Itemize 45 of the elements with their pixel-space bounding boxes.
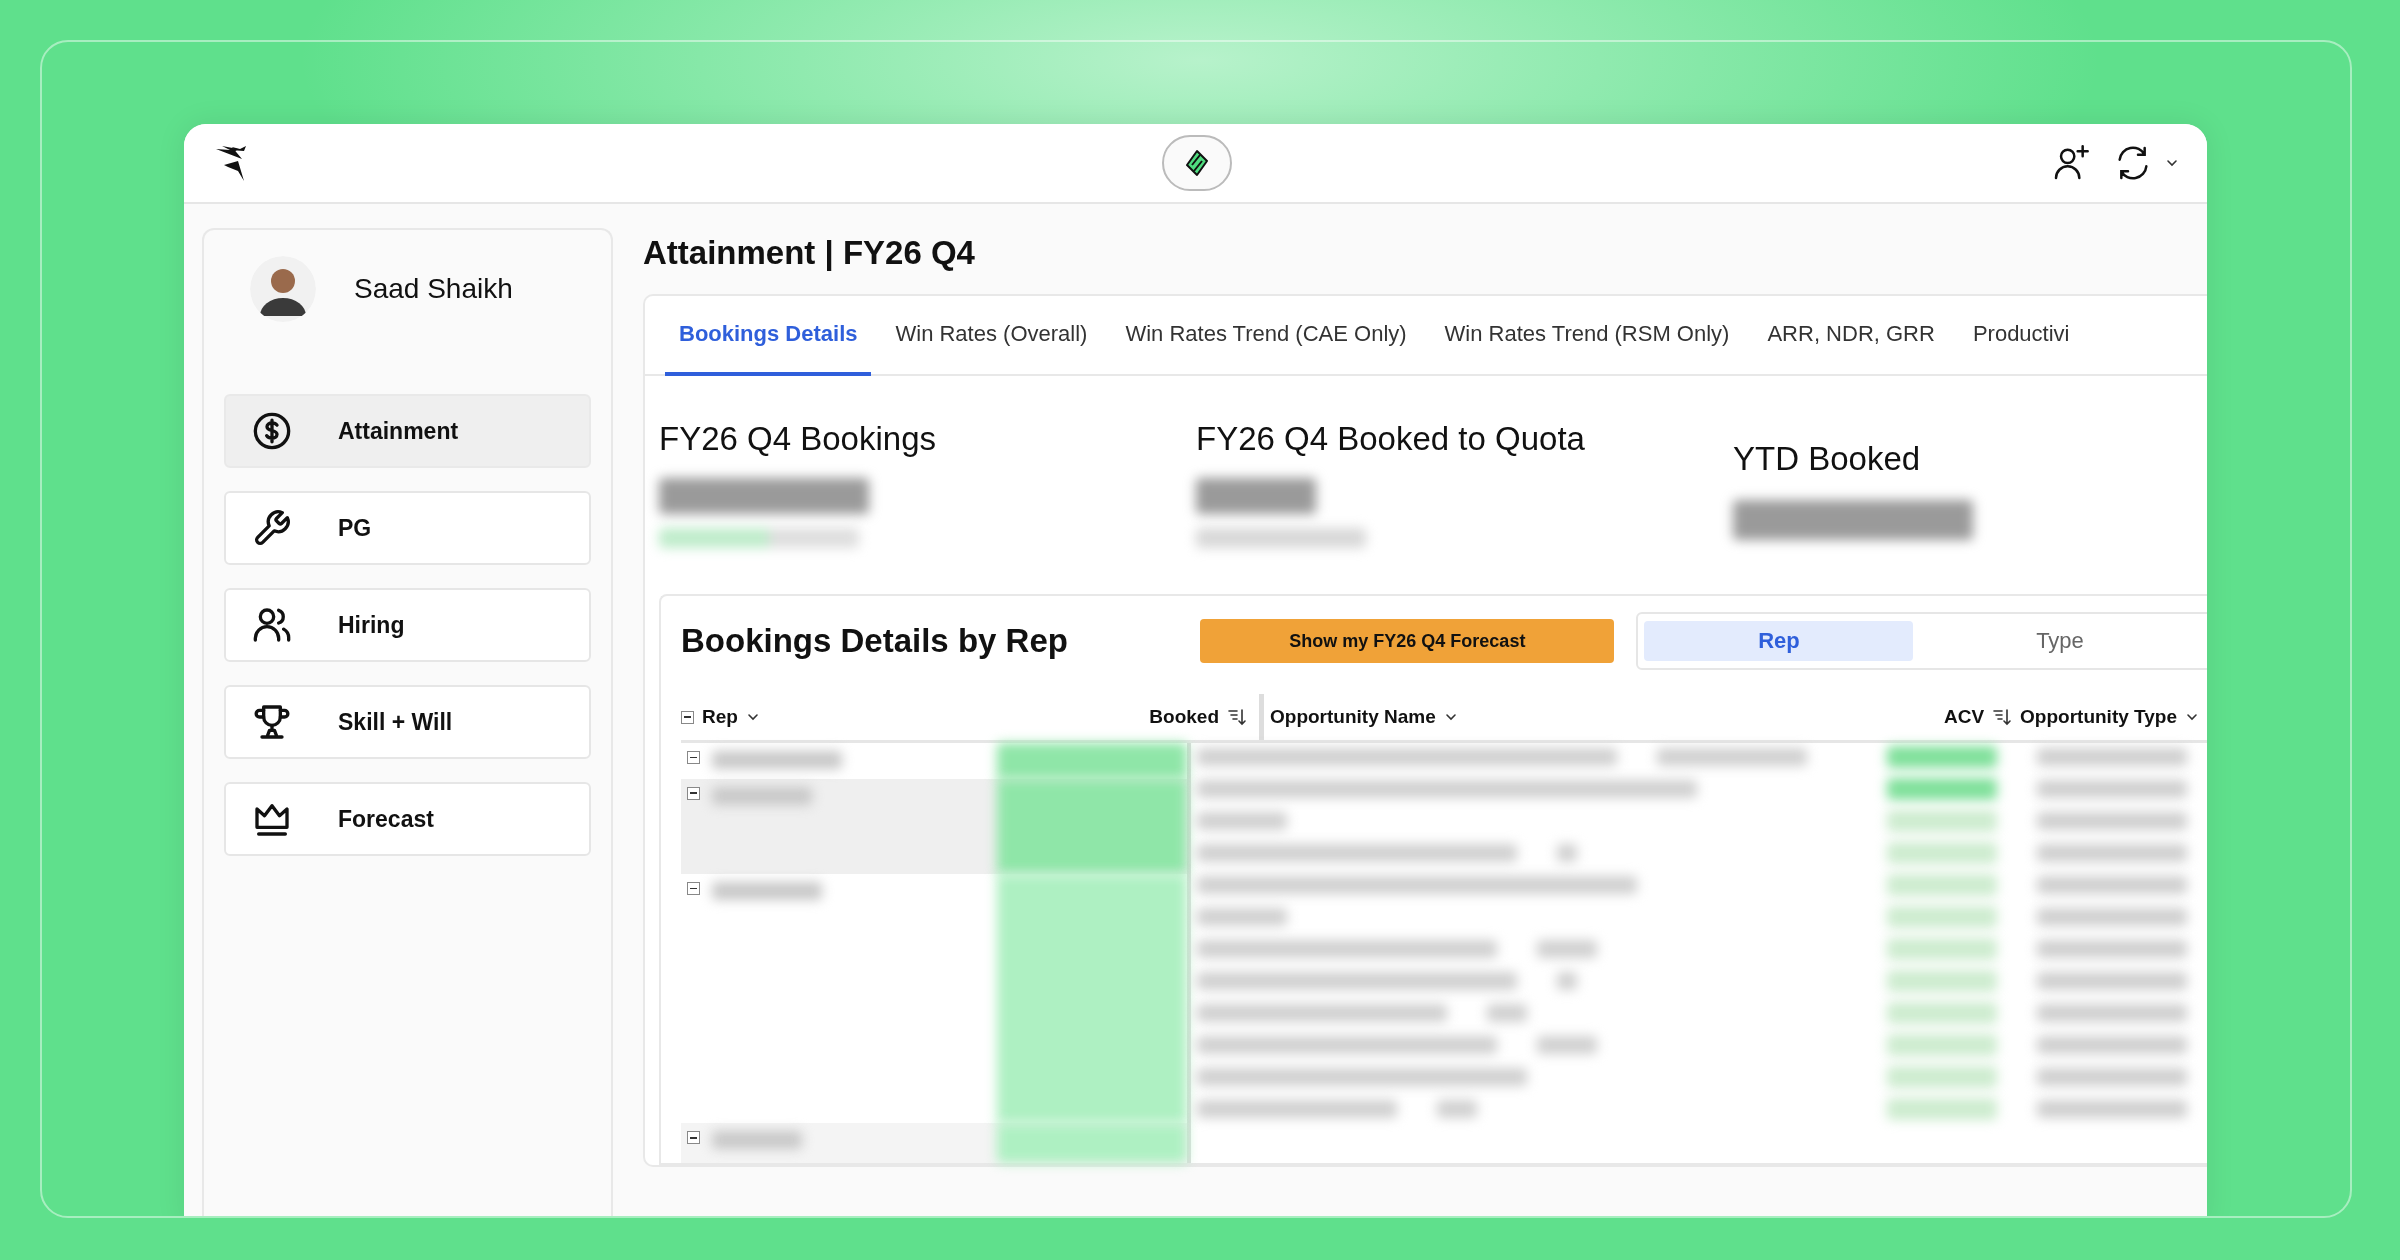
sort-icon	[1227, 707, 1247, 727]
kpi-title: FY26 Q4 Booked to Quota	[1196, 420, 1586, 458]
column-header[interactable]: Opportunity Name	[1270, 706, 1458, 728]
redacted-text	[1537, 940, 1597, 958]
collapse-all-icon[interactable]	[681, 710, 694, 724]
column-header[interactable]: Rep	[702, 706, 760, 728]
toggle-option[interactable]: Rep	[1644, 621, 1914, 661]
users-icon	[252, 605, 292, 645]
column-header[interactable]: Booked	[1149, 706, 1247, 728]
toggle-option[interactable]: Type	[1925, 621, 2195, 661]
collapse-icon[interactable]	[687, 751, 700, 764]
trophy-icon	[252, 702, 292, 742]
column-header[interactable]: ACV	[1943, 706, 2013, 728]
kpi-title: YTD Booked	[1733, 440, 1922, 478]
kpi-title: FY26 Q4 Bookings	[659, 420, 937, 458]
tab[interactable]: Win Rates (Overall)	[881, 296, 1102, 376]
nav-item[interactable]: Skill + Will	[224, 685, 591, 759]
tab[interactable]: Win Rates Trend (CAE Only)	[1111, 296, 1421, 376]
redacted-text	[1437, 1100, 1477, 1118]
tab[interactable]: Win Rates Trend (RSM Only)	[1430, 296, 1744, 376]
tab[interactable]: ARR, NDR, GRR	[1753, 296, 1949, 376]
user-name: Saad Shaikh	[354, 273, 513, 305]
redacted-text	[1487, 1004, 1527, 1022]
app-logo-button[interactable]	[1161, 135, 1232, 191]
wrench-icon	[252, 508, 292, 548]
redacted-text	[1557, 972, 1577, 990]
nav-item[interactable]: Attainment	[224, 394, 591, 468]
tab[interactable]: Productivi	[1958, 296, 2084, 376]
redacted-text	[1557, 844, 1577, 862]
tab[interactable]: Bookings Details	[665, 296, 872, 376]
sort-icon	[1992, 707, 2013, 727]
nav-item[interactable]: Forecast	[224, 782, 591, 856]
column-header[interactable]: Opportunity Type	[2020, 706, 2199, 728]
avatar-icon	[250, 256, 316, 322]
redacted-text	[1537, 1036, 1597, 1054]
nav-item[interactable]: PG	[224, 491, 591, 565]
page-title: Attainment | FY26 Q4	[643, 234, 976, 272]
nav-item[interactable]: Hiring	[224, 588, 591, 662]
logo-icon	[1183, 149, 1210, 177]
forecast-button[interactable]: Show my FY26 Q4 Forecast	[1200, 619, 1615, 663]
dollar-icon	[252, 411, 292, 451]
collapse-icon[interactable]	[687, 786, 700, 800]
section-title: Bookings Details by Rep	[681, 622, 1069, 660]
collapse-icon[interactable]	[687, 1131, 700, 1145]
collapse-icon[interactable]	[687, 881, 700, 895]
